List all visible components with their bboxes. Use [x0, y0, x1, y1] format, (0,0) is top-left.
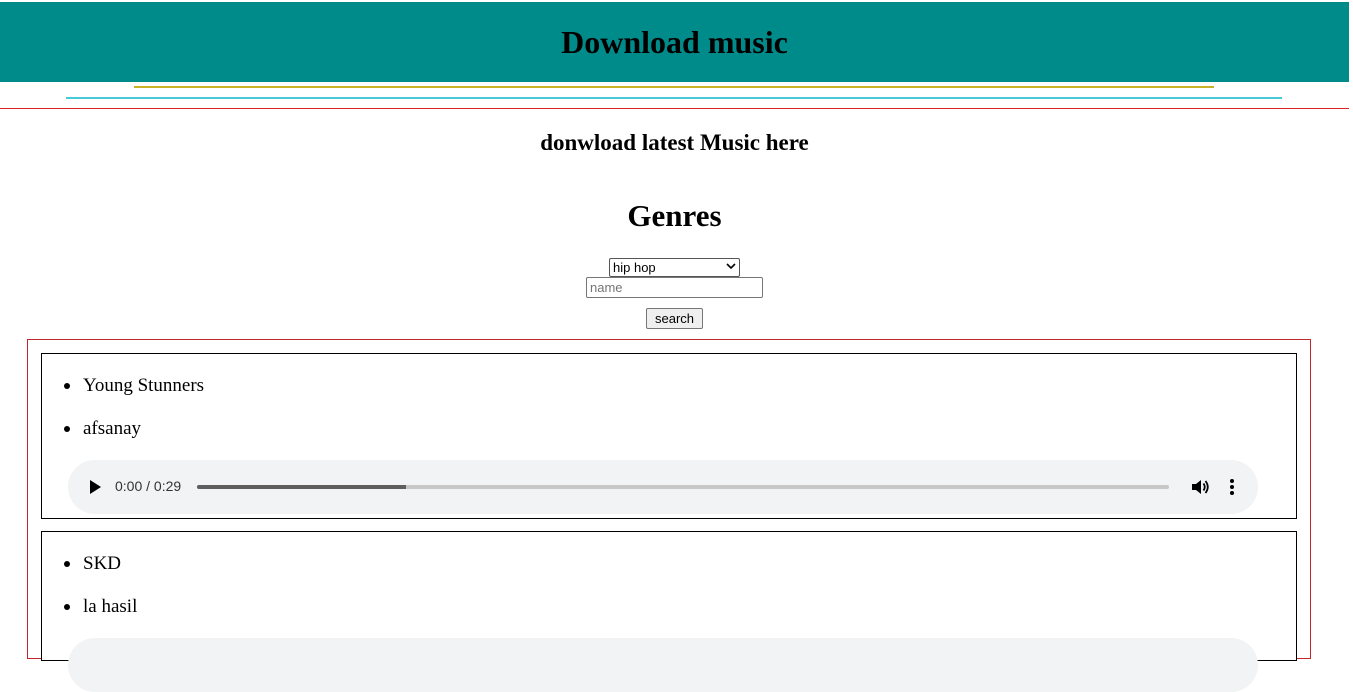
divider-red [0, 108, 1349, 109]
track-artist: Young Stunners [83, 375, 205, 396]
divider-cyan [66, 97, 1282, 99]
more-options-icon[interactable] [1225, 477, 1239, 497]
track-title: la hasil [83, 596, 138, 617]
genre-select[interactable]: hip hop [609, 258, 740, 277]
audio-time: 0:00 / 0:29 [115, 478, 182, 494]
track-card: Young Stunners afsanay 0:00 / 0:29 [41, 353, 1297, 519]
list-item: afsanay [64, 418, 141, 440]
list-item: SKD [64, 553, 121, 575]
subtitle: donwload latest Music here [540, 130, 809, 155]
page-title: Download music [561, 23, 788, 60]
list-item: Young Stunners [64, 375, 204, 397]
track-title: afsanay [83, 418, 142, 439]
list-item: la hasil [64, 596, 137, 618]
audio-player[interactable]: 0:00 / 0:29 [68, 460, 1258, 514]
track-artist: SKD [83, 553, 122, 574]
genres-heading: Genres [627, 198, 722, 233]
divider-yellow [134, 86, 1214, 88]
volume-icon[interactable] [1190, 477, 1210, 497]
play-icon[interactable] [90, 480, 101, 494]
audio-player[interactable] [68, 638, 1258, 692]
audio-progress-fill [197, 485, 406, 489]
genre-select-value: hip hop [613, 260, 656, 275]
name-input[interactable] [586, 277, 763, 298]
page-header: Download music [0, 2, 1349, 82]
audio-seek-bar[interactable] [197, 485, 1169, 489]
chevron-down-icon [726, 262, 736, 273]
search-button[interactable]: search [646, 308, 703, 329]
